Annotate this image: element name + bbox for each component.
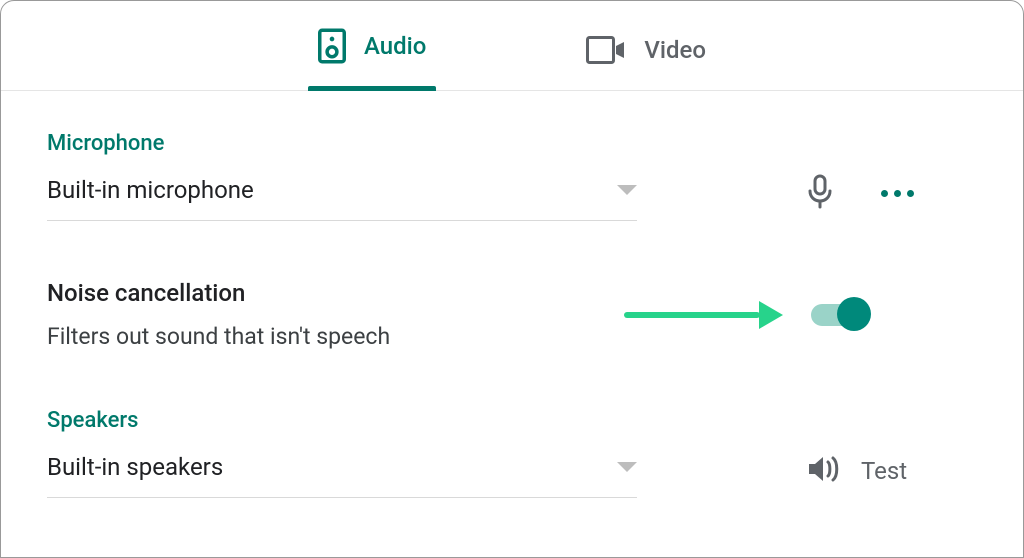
noise-cancellation-description: Filters out sound that isn't speech [47, 323, 390, 350]
microphone-section: Microphone Built-in microphone [47, 131, 977, 221]
microphone-icon[interactable] [807, 174, 833, 214]
microphone-label: Microphone [47, 131, 977, 156]
audio-settings-panel: Microphone Built-in microphone [1, 91, 1023, 557]
chevron-down-icon [617, 185, 637, 195]
tabs-bar: Audio Video [1, 1, 1023, 91]
speaker-box-icon [318, 28, 346, 64]
speakers-section: Speakers Built-in speakers Test [47, 408, 977, 498]
microphone-value: Built-in microphone [47, 176, 254, 204]
speakers-label: Speakers [47, 408, 977, 433]
tab-video[interactable]: Video [576, 10, 716, 90]
chevron-down-icon [617, 462, 637, 472]
video-camera-icon [586, 36, 626, 64]
tab-audio-label: Audio [364, 32, 426, 60]
microphone-select[interactable]: Built-in microphone [47, 166, 637, 221]
speakers-select[interactable]: Built-in speakers [47, 443, 637, 498]
noise-cancellation-toggle[interactable] [811, 304, 867, 326]
tab-video-label: Video [644, 36, 706, 64]
annotation-arrow [624, 301, 783, 329]
more-options-icon[interactable] [881, 190, 914, 197]
noise-cancellation-title: Noise cancellation [47, 279, 390, 307]
settings-dialog: Audio Video Microphone Built-in micropho… [0, 0, 1024, 558]
speakers-value: Built-in speakers [47, 453, 223, 481]
test-speakers-button[interactable]: Test [861, 457, 907, 485]
volume-icon [807, 454, 841, 488]
tab-audio[interactable]: Audio [308, 2, 436, 90]
toggle-knob [837, 297, 871, 331]
noise-cancellation-section: Noise cancellation Filters out sound tha… [47, 279, 977, 350]
